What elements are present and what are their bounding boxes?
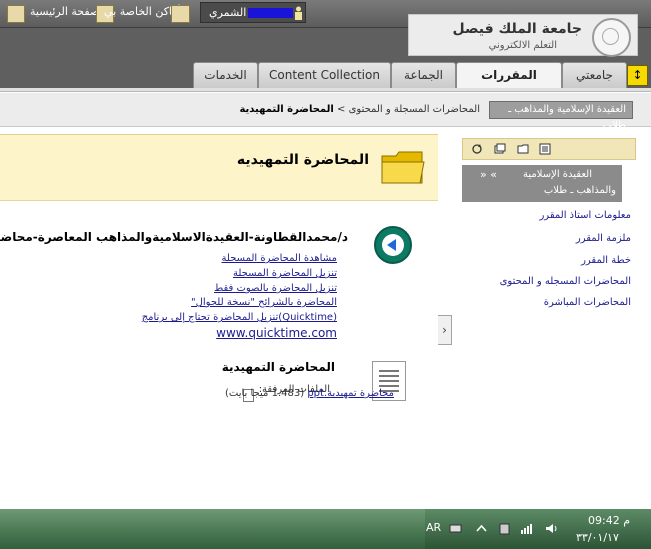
windows-icon[interactable] bbox=[494, 143, 506, 155]
refresh-icon[interactable] bbox=[471, 143, 483, 155]
folder-icon bbox=[381, 151, 425, 184]
quicktime-note-link[interactable]: (Quicktime)تنزيل المحاضرة تحتاج إلى برنا… bbox=[142, 312, 337, 323]
lecture-title: د/محمدالقطاونة-العقيدةالاسلاميةوالمذاهب … bbox=[0, 230, 348, 244]
clock-time[interactable]: 09:42 م bbox=[588, 514, 630, 527]
course-breadcrumb-button[interactable]: العقيدة الإسلامية والمذاهب ـ طلاب bbox=[489, 101, 633, 131]
attachment-link[interactable]: محاضرة تمهيدية.ppt bbox=[307, 388, 394, 399]
home-link[interactable]: الصفحة الرئيسية bbox=[30, 5, 106, 18]
expand-toggle-button[interactable]: ↕ bbox=[627, 65, 648, 86]
sidebar-course-header[interactable]: » « العقيدة الإسلامية والمذاهب ـ طلاب bbox=[462, 165, 622, 202]
tab-community[interactable]: الجماعة bbox=[391, 62, 456, 89]
play-button[interactable] bbox=[374, 226, 412, 264]
attachment-size: (1.483 ميجا بايت) bbox=[225, 388, 305, 399]
content-header bbox=[0, 134, 438, 201]
username-highlight bbox=[248, 8, 293, 18]
folder-view-icon[interactable] bbox=[517, 143, 529, 155]
mobile-slides-link[interactable]: المحاضرة بالشرائح "نسخة للجوال" bbox=[191, 297, 337, 308]
username-label: الشمري bbox=[209, 6, 247, 19]
quicktime-website-link[interactable]: www.quicktime.com bbox=[216, 326, 337, 340]
user-box[interactable]: الشمري bbox=[200, 2, 306, 23]
expand-arrows-icon: ↕ bbox=[632, 68, 643, 82]
sidebar-item-instructor-info[interactable]: معلومات استاذ المقرر bbox=[539, 210, 631, 221]
logo-subtitle: التعلم الالكتروني bbox=[488, 40, 557, 51]
power-icon[interactable] bbox=[498, 522, 511, 535]
sidebar-item-live-lectures[interactable]: المحاضرات المباشرة bbox=[544, 297, 631, 308]
university-seal-icon bbox=[592, 18, 631, 57]
network-icon[interactable] bbox=[520, 522, 533, 535]
content-body bbox=[0, 201, 438, 509]
sidebar-toolbar bbox=[462, 138, 636, 160]
download-recorded-link[interactable]: تنزيل المحاضرة المسجلة bbox=[233, 268, 337, 279]
breadcrumb: المحاضرات المسجلة و المحتوى > المحاضرة ا… bbox=[239, 104, 480, 115]
university-logo[interactable]: جامعة الملك فيصل التعلم الالكتروني bbox=[408, 14, 638, 57]
page-title: المحاضرة التمهيديه bbox=[236, 152, 369, 168]
keyboard-icon[interactable] bbox=[449, 522, 462, 535]
watch-recorded-link[interactable]: مشاهدة المحاضرة المسجلة bbox=[222, 253, 337, 264]
attachment: محاضرة تمهيدية.ppt (1.483 ميجا بايت) bbox=[225, 388, 394, 399]
clock-date[interactable]: ٣٣/٠١/١٧ bbox=[576, 531, 619, 544]
tab-content-collection[interactable]: Content Collection bbox=[258, 62, 391, 89]
breadcrumb-current: المحاضرة التمهيدية bbox=[239, 104, 334, 115]
home-icon[interactable] bbox=[7, 5, 25, 23]
breadcrumb-separator: > bbox=[337, 104, 346, 115]
sidebar-item-course-plan[interactable]: خطة المقرر bbox=[581, 255, 631, 266]
course-name-line2: والمذاهب ـ طلاب bbox=[543, 185, 616, 196]
collapse-sidebar-button[interactable]: › bbox=[438, 315, 452, 345]
item-title: المحاضرة التمهيدية bbox=[221, 360, 335, 374]
sidebar-item-recorded-lectures[interactable]: المحاضرات المسجله و المحتوى bbox=[500, 276, 631, 287]
chevron-right-icon: › bbox=[442, 323, 447, 337]
chevrons-icon[interactable]: » « bbox=[480, 168, 497, 181]
download-audio-link[interactable]: تنزيل المحاضرة بالصوت فقط bbox=[214, 283, 337, 294]
language-indicator[interactable]: AR bbox=[426, 521, 441, 534]
speaker-icon[interactable] bbox=[545, 522, 558, 535]
chevron-up-icon[interactable] bbox=[475, 522, 488, 535]
tab-baseline bbox=[0, 88, 651, 92]
my-places-house-icon[interactable] bbox=[171, 5, 190, 23]
user-icon bbox=[295, 6, 302, 20]
sidebar-item-course-notes[interactable]: ملزمة المقرر bbox=[576, 233, 631, 244]
play-icon bbox=[382, 234, 404, 256]
logo-title: جامعة الملك فيصل bbox=[452, 21, 582, 37]
tab-services[interactable]: الخدمات bbox=[193, 62, 258, 89]
tab-my-institution[interactable]: جامعتي bbox=[562, 62, 627, 89]
tab-courses[interactable]: المقررات الدراسية bbox=[456, 62, 562, 106]
breadcrumb-path-link[interactable]: المحاضرات المسجلة و المحتوى bbox=[349, 104, 480, 115]
list-view-icon[interactable] bbox=[539, 143, 551, 155]
course-name-line1: العقيدة الإسلامية bbox=[523, 169, 592, 180]
